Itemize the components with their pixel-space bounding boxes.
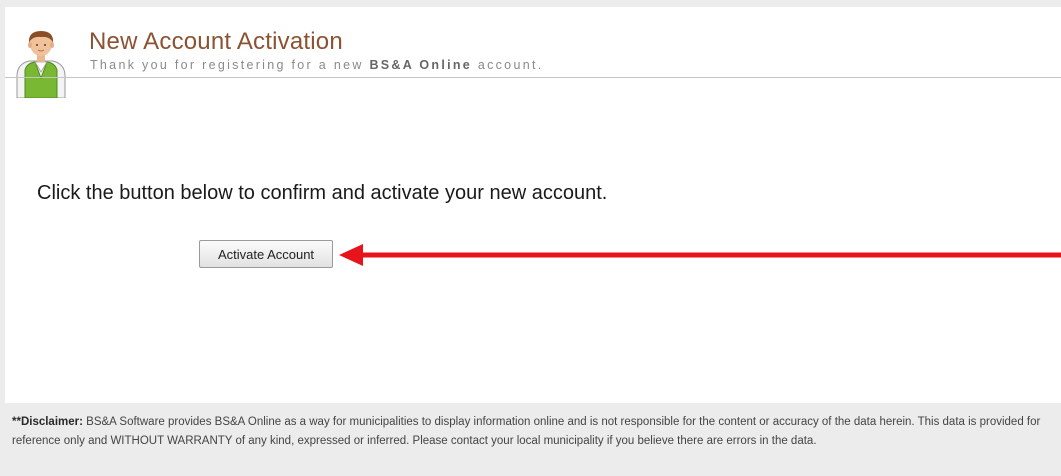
disclaimer-label: **Disclaimer:: [12, 416, 83, 428]
disclaimer-text: BS&A Software provides BS&A Online as a …: [12, 416, 1041, 447]
page-title: New Account Activation: [89, 28, 343, 55]
activation-instruction: Click the button below to confirm and ac…: [37, 182, 608, 204]
subtitle-suffix: account.: [472, 58, 544, 72]
page-subtitle: Thank you for registering for a new BS&A…: [90, 58, 544, 72]
header-divider: [5, 77, 1061, 78]
subtitle-brand: BS&A Online: [369, 58, 473, 72]
activation-panel: New Account Activation Thank you for reg…: [5, 7, 1061, 403]
subtitle-prefix: Thank you for registering for a new: [90, 58, 370, 72]
annotation-arrow: [339, 244, 1061, 266]
activate-account-button[interactable]: Activate Account: [199, 240, 333, 268]
disclaimer: **Disclaimer: BS&A Software provides BS&…: [12, 413, 1054, 451]
user-avatar-icon: [16, 31, 66, 98]
